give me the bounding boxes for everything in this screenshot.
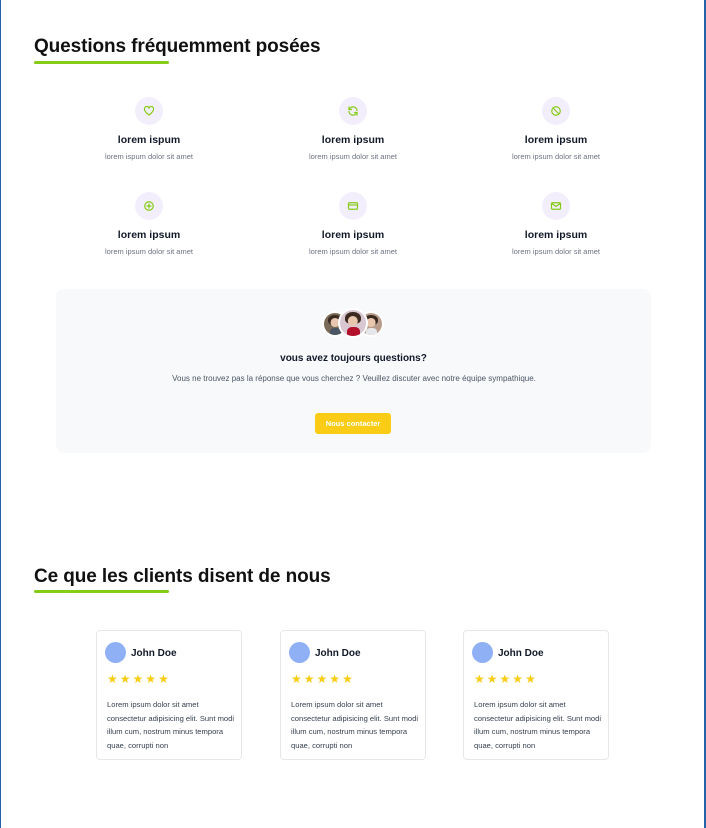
review-text: Lorem ipsum dolor sit amet consectetur a… xyxy=(107,700,235,750)
rating-stars: ★ ★ ★ ★ ★ xyxy=(291,673,353,685)
star-icon: ★ xyxy=(132,672,144,686)
star-icon: ★ xyxy=(329,672,341,686)
testimonials-title: Ce que les clients disent de nous xyxy=(34,566,331,587)
star-icon: ★ xyxy=(158,672,169,686)
reviewer-name: John Doe xyxy=(131,648,177,659)
faq-item-title: lorem ipsum xyxy=(117,229,181,241)
testimonials-title-underline xyxy=(34,590,169,593)
star-icon: ★ xyxy=(303,672,315,686)
faq-title-underline xyxy=(34,61,169,64)
contact-description: Vous ne trouvez pas la réponse que vous … xyxy=(172,374,536,383)
faq-item[interactable]: lorem ispum lorem ispum dolor sit amet xyxy=(49,97,249,161)
mail-icon xyxy=(542,192,570,220)
credit-card-icon xyxy=(339,192,367,220)
avatar xyxy=(338,308,368,338)
avatar xyxy=(105,642,126,663)
heart-icon xyxy=(135,97,163,125)
refresh-icon xyxy=(339,97,367,125)
faq-item[interactable]: lorem ipsum lorem ipsum dolor sit amet xyxy=(253,97,453,161)
reviewer-name: John Doe xyxy=(498,648,544,659)
star-icon: ★ xyxy=(525,672,536,686)
star-icon: ★ xyxy=(107,672,118,686)
star-icon: ★ xyxy=(486,672,498,686)
reviewer-name: John Doe xyxy=(315,648,361,659)
review-card: John Doe ★ ★ ★ ★ ★ Lorem ipsum dolor sit ame… xyxy=(280,630,426,760)
contact-card: vous avez toujours questions? Vous ne tr… xyxy=(56,289,651,453)
team-avatars xyxy=(322,308,384,338)
faq-item[interactable]: lorem ipsum lorem ipsum dolor sit amet xyxy=(456,192,656,256)
star-icon: ★ xyxy=(342,672,353,686)
faq-title: Questions fréquemment posées xyxy=(34,36,321,57)
review-text: Lorem ipsum dolor sit amet consectetur a… xyxy=(474,700,602,750)
ban-icon xyxy=(542,97,570,125)
faq-item-title: lorem ispum xyxy=(117,134,181,146)
review-card: John Doe ★ ★ ★ ★ ★ Lorem ipsum dolor sit ame… xyxy=(96,630,242,760)
avatar xyxy=(289,642,310,663)
star-icon: ★ xyxy=(474,672,485,686)
faq-item[interactable]: lorem ipsum lorem ipsum dolor sit amet xyxy=(49,192,249,256)
faq-item[interactable]: lorem ipsum lorem ipsum dolor sit amet xyxy=(253,192,453,256)
faq-item-description: lorem ipsum dolor sit amet xyxy=(512,247,600,256)
star-icon: ★ xyxy=(499,672,511,686)
star-icon: ★ xyxy=(291,672,302,686)
review-card: John Doe ★ ★ ★ ★ ★ Lorem ipsum dolor sit ame… xyxy=(463,630,609,760)
rating-stars: ★ ★ ★ ★ ★ xyxy=(474,673,536,685)
contact-title: vous avez toujours questions? xyxy=(280,353,427,364)
star-icon: ★ xyxy=(512,672,524,686)
faq-item-title: lorem ipsum xyxy=(321,229,385,241)
faq-item-description: lorem ipsum dolor sit amet xyxy=(105,247,193,256)
faq-item[interactable]: lorem ipsum lorem ipsum dolor sit amet xyxy=(456,97,656,161)
star-icon: ★ xyxy=(145,672,157,686)
review-text: Lorem ipsum dolor sit amet consectetur a… xyxy=(291,700,419,750)
plus-circle-icon xyxy=(135,192,163,220)
page-border-left xyxy=(0,0,1,828)
faq-item-title: lorem ipsum xyxy=(524,229,588,241)
star-icon: ★ xyxy=(316,672,328,686)
contact-button[interactable]: Nous contacter xyxy=(315,413,391,434)
faq-item-description: lorem ipsum dolor sit amet xyxy=(309,247,397,256)
avatar xyxy=(472,642,493,663)
faq-item-description: lorem ipsum dolor sit amet xyxy=(512,152,600,161)
faq-item-description: lorem ipsum dolor sit amet xyxy=(309,152,397,161)
faq-item-title: lorem ipsum xyxy=(321,134,385,146)
faq-item-title: lorem ipsum xyxy=(524,134,588,146)
star-icon: ★ xyxy=(119,672,131,686)
faq-item-description: lorem ispum dolor sit amet xyxy=(105,152,193,161)
rating-stars: ★ ★ ★ ★ ★ xyxy=(107,673,169,685)
